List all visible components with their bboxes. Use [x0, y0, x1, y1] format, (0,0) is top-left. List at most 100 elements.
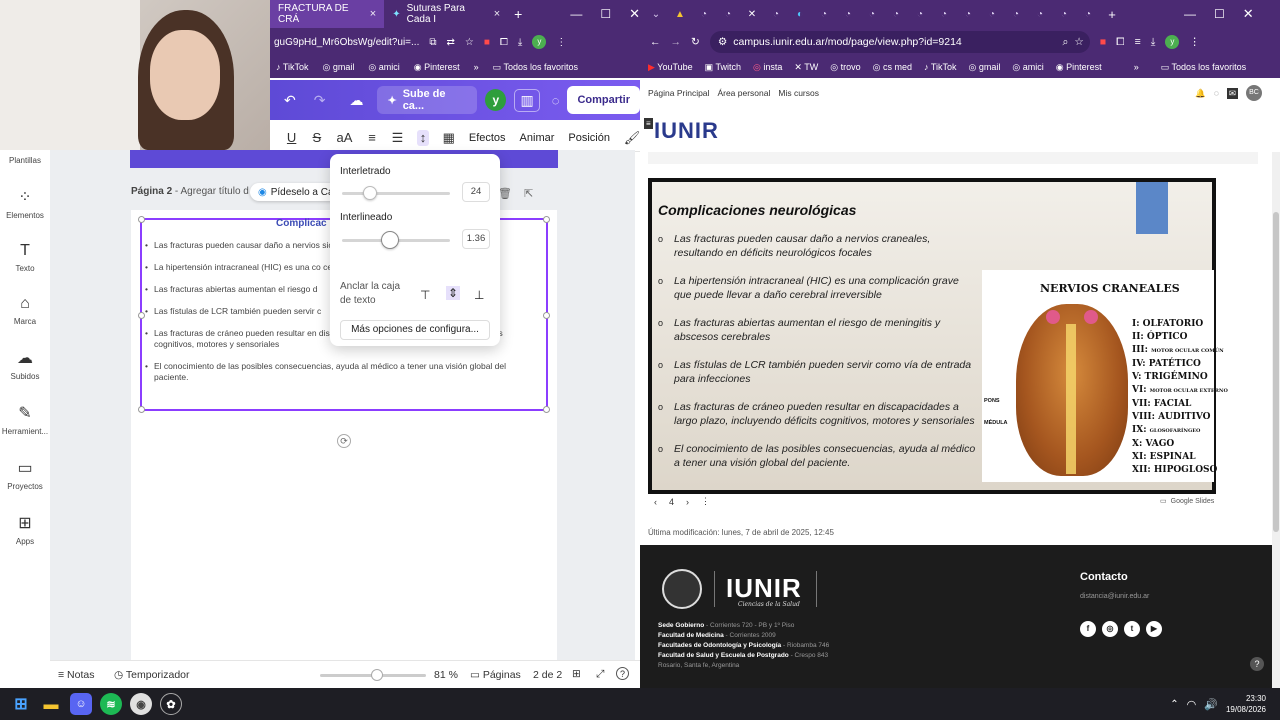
upload-button[interactable]: ✦ Sube de ca... [377, 86, 478, 114]
slider-knob[interactable] [371, 669, 384, 681]
puzzle-icon[interactable]: ⧠ [1116, 36, 1124, 49]
site-logo[interactable]: IUNIR [654, 118, 719, 144]
close-icon[interactable]: × [370, 8, 376, 20]
tab-page[interactable]: ◐ [788, 0, 812, 28]
puzzle-icon[interactable]: ⧠ [500, 37, 508, 48]
chat-icon[interactable]: ◌ [1214, 88, 1219, 98]
resize-handle[interactable] [138, 312, 145, 319]
download-icon[interactable]: ⤓ [1151, 36, 1156, 49]
tray-chevron-icon[interactable]: ⌃ [1170, 699, 1178, 710]
close-window-icon[interactable]: ✕ [1243, 6, 1254, 22]
more-options-button[interactable]: Más opciones de configura... [340, 320, 490, 340]
tab-page[interactable]: ◔ [1052, 0, 1076, 28]
slide-heading[interactable]: Complicac [276, 218, 327, 229]
list-icon[interactable]: ☰ [392, 130, 404, 146]
position-button[interactable]: Posición [568, 132, 610, 144]
profile-avatar[interactable]: y [1165, 35, 1180, 49]
spacing-icon[interactable]: ↕ [417, 129, 429, 146]
minimize-icon[interactable]: — [1184, 7, 1196, 21]
user-avatar[interactable]: y [485, 89, 507, 111]
extension-icon[interactable]: ■ [484, 37, 490, 48]
back-icon[interactable]: ← [650, 36, 661, 48]
tab-page[interactable]: ◔ [860, 0, 884, 28]
tab-page[interactable]: ◔ [980, 0, 1004, 28]
cloud-icon[interactable]: ☁ [349, 92, 363, 109]
volume-icon[interactable]: 🔊 [1204, 698, 1218, 711]
new-tab-icon[interactable]: + [514, 6, 522, 22]
bookmarks-all[interactable]: ▭ Todos los favoritos [1161, 62, 1246, 73]
bookmark-youtube[interactable]: ▶ YouTube [648, 62, 693, 73]
google-slides-link[interactable]: ▭ Google Slides [1160, 497, 1214, 506]
line-height-input[interactable]: 1.36 [462, 229, 490, 249]
underline-icon[interactable]: U [286, 130, 297, 146]
clock[interactable]: 23:30 19/08/2026 [1226, 693, 1266, 715]
tab-page[interactable]: ◔ [764, 0, 788, 28]
letter-spacing-input[interactable]: 24 [462, 182, 490, 202]
contact-email[interactable]: distancia@iunir.edu.ar [1080, 593, 1149, 600]
site-info-icon[interactable]: ⚙ [718, 36, 727, 48]
tab-page[interactable]: ◔ [836, 0, 860, 28]
tab-page[interactable]: ◔ [716, 0, 740, 28]
paint-format-icon[interactable]: 🖌 [624, 130, 640, 146]
resize-handle[interactable] [543, 406, 550, 413]
media-icon[interactable]: ≡ [1135, 36, 1141, 48]
resize-handle[interactable] [138, 406, 145, 413]
windows-start-icon[interactable]: ⊞ [10, 693, 32, 715]
tab-menu-icon[interactable]: ⌄ [644, 0, 668, 28]
help-icon[interactable]: ? [616, 667, 629, 680]
wifi-icon[interactable]: ◠ [1187, 698, 1197, 711]
copy-icon[interactable]: ⧉ [429, 37, 436, 48]
discord-icon[interactable]: ☺ [70, 693, 92, 715]
sidebar-item-templates[interactable]: Plantillas [0, 156, 50, 165]
bookmark-amici[interactable]: ◎ amici [1012, 62, 1043, 73]
sidebar-item-projects[interactable]: ▭ Proyectos [0, 458, 50, 491]
timer-button[interactable]: ◷ Temporizador [114, 669, 190, 681]
tab-page[interactable]: ◔ [884, 0, 908, 28]
resize-handle[interactable] [543, 216, 550, 223]
bookmark-twitch[interactable]: ▣ Twitch [705, 62, 741, 73]
minimize-icon[interactable]: — [570, 7, 582, 21]
redo-icon[interactable]: ↷ [314, 92, 326, 109]
bookmark-insta[interactable]: ◎ insta [753, 62, 782, 73]
bookmarks-all[interactable]: ▭ Todos los favoritos [493, 62, 578, 73]
bookmark-tiktok[interactable]: ♪ TikTok [276, 62, 309, 72]
file-explorer-icon[interactable]: ▬ [40, 693, 62, 715]
anchor-middle-icon[interactable]: ⇕ [446, 286, 461, 300]
twitter-icon[interactable]: t [1124, 621, 1140, 637]
prev-slide-icon[interactable]: ‹ [654, 497, 657, 507]
tab-page[interactable]: ◔ [932, 0, 956, 28]
share-button[interactable]: Compartir [567, 86, 640, 114]
maximize-icon[interactable]: ☐ [600, 7, 611, 21]
tab-page[interactable]: ◔ [956, 0, 980, 28]
align-icon[interactable]: ≡ [366, 130, 377, 146]
tab-drive[interactable]: ▲ [668, 0, 692, 28]
sidebar-item-brand[interactable]: ⌂ Marca [0, 295, 50, 326]
line-height-slider[interactable] [342, 231, 450, 249]
page-title-input[interactable]: Agregar título d [180, 186, 248, 197]
close-icon[interactable]: × [494, 8, 500, 20]
app-icon[interactable]: ✿ [160, 693, 182, 715]
rotate-icon[interactable]: ⟳ [337, 434, 351, 448]
chrome-icon[interactable]: ◉ [130, 693, 152, 715]
bookmark-tw[interactable]: ✕ TW [794, 62, 818, 73]
sidebar-item-text[interactable]: T Texto [0, 242, 50, 273]
user-menu[interactable]: BC [1246, 85, 1262, 101]
url-text[interactable]: guG9pHd_Mr6ObsWg/edit?ui=... [274, 37, 419, 48]
help-icon[interactable]: ? [1250, 657, 1264, 671]
transparency-icon[interactable]: ▦ [443, 130, 455, 146]
sidebar-item-apps[interactable]: ⊞ Apps [0, 513, 50, 546]
bell-icon[interactable]: 🔔 [1195, 88, 1206, 99]
sidebar-item-elements[interactable]: ⁘ Elementos [0, 187, 50, 220]
bookmark-tiktok[interactable]: ♪ TikTok [924, 62, 957, 72]
chevron-right-icon[interactable]: » [474, 62, 479, 72]
bookmark-gmail[interactable]: ◎ gmail [969, 62, 1001, 73]
slider-knob[interactable] [380, 231, 399, 249]
strikethrough-icon[interactable]: S [311, 130, 322, 146]
case-icon[interactable]: aA [337, 130, 353, 146]
youtube-icon[interactable]: ▶ [1146, 621, 1162, 637]
tab-page[interactable]: ◔ [1076, 0, 1100, 28]
more-icon[interactable]: ⋮ [701, 496, 710, 507]
new-tab-icon[interactable]: + [1100, 0, 1124, 28]
zoom-slider[interactable] [320, 669, 426, 681]
animate-button[interactable]: Animar [520, 132, 555, 144]
